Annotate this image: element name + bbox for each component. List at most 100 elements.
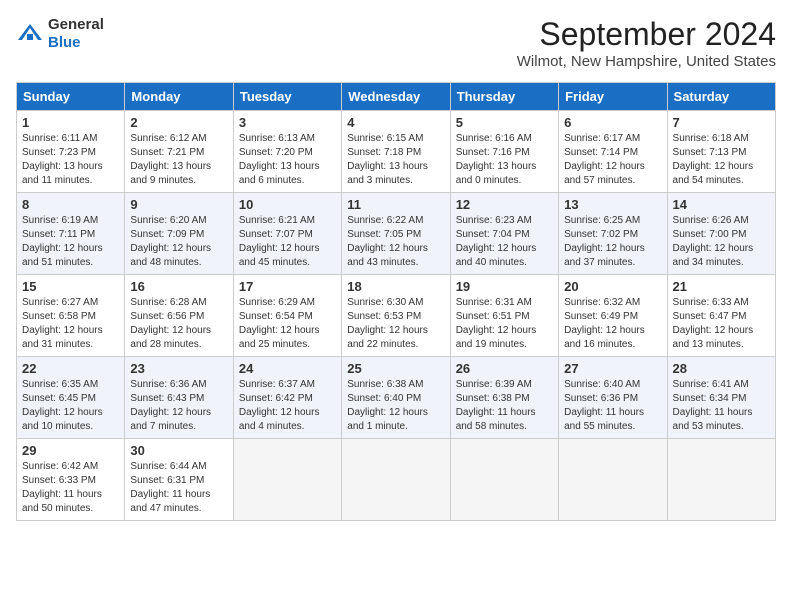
title-block: September 2024 Wilmot, New Hampshire, Un…	[517, 16, 776, 70]
cell-content: Sunrise: 6:19 AM Sunset: 7:11 PM Dayligh…	[22, 214, 119, 270]
day-number: 8	[22, 197, 119, 212]
day-number: 5	[456, 115, 553, 130]
col-header-thursday: Thursday	[450, 83, 558, 111]
cell-content: Sunrise: 6:29 AM Sunset: 6:54 PM Dayligh…	[239, 296, 336, 352]
calendar-cell: 2 Sunrise: 6:12 AM Sunset: 7:21 PM Daylig…	[125, 111, 233, 193]
day-number: 9	[130, 197, 227, 212]
logo-blue: Blue	[48, 34, 81, 51]
cell-content: Sunrise: 6:41 AM Sunset: 6:34 PM Dayligh…	[673, 378, 770, 434]
cell-content: Sunrise: 6:30 AM Sunset: 6:53 PM Dayligh…	[347, 296, 444, 352]
calendar-cell: 18 Sunrise: 6:30 AM Sunset: 6:53 PM Dayli…	[342, 275, 450, 357]
calendar-cell: 5 Sunrise: 6:16 AM Sunset: 7:16 PM Daylig…	[450, 111, 558, 193]
calendar-cell: 28 Sunrise: 6:41 AM Sunset: 6:34 PM Dayli…	[667, 357, 775, 439]
day-number: 27	[564, 361, 661, 376]
logo: General Blue	[16, 16, 104, 52]
logo-icon	[16, 20, 44, 48]
cell-content: Sunrise: 6:38 AM Sunset: 6:40 PM Dayligh…	[347, 378, 444, 434]
day-number: 24	[239, 361, 336, 376]
col-header-wednesday: Wednesday	[342, 83, 450, 111]
logo-text: General Blue	[48, 16, 104, 52]
calendar-cell: 24 Sunrise: 6:37 AM Sunset: 6:42 PM Dayli…	[233, 357, 341, 439]
calendar-week-row: 1 Sunrise: 6:11 AM Sunset: 7:23 PM Daylig…	[17, 111, 776, 193]
col-header-friday: Friday	[559, 83, 667, 111]
calendar-cell: 21Sunrise: 6:33 AM Sunset: 6:47 PM Dayli…	[667, 275, 775, 357]
day-number: 20	[564, 279, 661, 294]
cell-content: Sunrise: 6:21 AM Sunset: 7:07 PM Dayligh…	[239, 214, 336, 270]
calendar-cell: 14 Sunrise: 6:26 AM Sunset: 7:00 PM Dayli…	[667, 193, 775, 275]
day-number: 3	[239, 115, 336, 130]
calendar-week-row: 15 Sunrise: 6:27 AM Sunset: 6:58 PM Dayli…	[17, 275, 776, 357]
day-number: 7	[673, 115, 770, 130]
calendar-cell: 16Sunrise: 6:28 AM Sunset: 6:56 PM Dayli…	[125, 275, 233, 357]
calendar-cell: 19 Sunrise: 6:31 AM Sunset: 6:51 PM Dayli…	[450, 275, 558, 357]
calendar-cell: 10 Sunrise: 6:21 AM Sunset: 7:07 PM Dayli…	[233, 193, 341, 275]
calendar-cell: 3 Sunrise: 6:13 AM Sunset: 7:20 PM Daylig…	[233, 111, 341, 193]
cell-content: Sunrise: 6:26 AM Sunset: 7:00 PM Dayligh…	[673, 214, 770, 270]
day-number: 30	[130, 443, 227, 458]
col-header-tuesday: Tuesday	[233, 83, 341, 111]
day-number: 4	[347, 115, 444, 130]
day-number: 13	[564, 197, 661, 212]
calendar-week-row: 29 Sunrise: 6:42 AM Sunset: 6:33 PM Dayli…	[17, 439, 776, 521]
day-number: 29	[22, 443, 119, 458]
day-number: 2	[130, 115, 227, 130]
calendar-cell	[342, 439, 450, 521]
cell-content: Sunrise: 6:27 AM Sunset: 6:58 PM Dayligh…	[22, 296, 119, 352]
cell-content: Sunrise: 6:36 AM Sunset: 6:43 PM Dayligh…	[130, 378, 227, 434]
col-header-saturday: Saturday	[667, 83, 775, 111]
calendar-table: SundayMondayTuesdayWednesdayThursdayFrid…	[16, 82, 776, 521]
calendar-cell	[667, 439, 775, 521]
cell-content: Sunrise: 6:25 AM Sunset: 7:02 PM Dayligh…	[564, 214, 661, 270]
day-number: 19	[456, 279, 553, 294]
cell-content: Sunrise: 6:18 AM Sunset: 7:13 PM Dayligh…	[673, 132, 770, 188]
calendar-week-row: 22 Sunrise: 6:35 AM Sunset: 6:45 PM Dayli…	[17, 357, 776, 439]
cell-content: Sunrise: 6:40 AM Sunset: 6:36 PM Dayligh…	[564, 378, 661, 434]
calendar-cell: 15 Sunrise: 6:27 AM Sunset: 6:58 PM Dayli…	[17, 275, 125, 357]
calendar-header-row: SundayMondayTuesdayWednesdayThursdayFrid…	[17, 83, 776, 111]
day-number: 28	[673, 361, 770, 376]
day-number: 1	[22, 115, 119, 130]
cell-content: Sunrise: 6:11 AM Sunset: 7:23 PM Dayligh…	[22, 132, 119, 188]
cell-content: Sunrise: 6:12 AM Sunset: 7:21 PM Dayligh…	[130, 132, 227, 188]
cell-content: Sunrise: 6:22 AM Sunset: 7:05 PM Dayligh…	[347, 214, 444, 270]
page-header: General Blue September 2024 Wilmot, New …	[16, 16, 776, 70]
calendar-cell: 27 Sunrise: 6:40 AM Sunset: 6:36 PM Dayli…	[559, 357, 667, 439]
day-number: 22	[22, 361, 119, 376]
col-header-monday: Monday	[125, 83, 233, 111]
cell-content: Sunrise: 6:35 AM Sunset: 6:45 PM Dayligh…	[22, 378, 119, 434]
calendar-cell: 8 Sunrise: 6:19 AM Sunset: 7:11 PM Daylig…	[17, 193, 125, 275]
cell-content: Sunrise: 6:39 AM Sunset: 6:38 PM Dayligh…	[456, 378, 553, 434]
cell-content: Sunrise: 6:37 AM Sunset: 6:42 PM Dayligh…	[239, 378, 336, 434]
day-number: 16	[130, 279, 227, 294]
cell-content: Sunrise: 6:44 AM Sunset: 6:31 PM Dayligh…	[130, 460, 227, 516]
calendar-week-row: 8 Sunrise: 6:19 AM Sunset: 7:11 PM Daylig…	[17, 193, 776, 275]
day-number: 23	[130, 361, 227, 376]
calendar-cell: 30 Sunrise: 6:44 AM Sunset: 6:31 PM Dayli…	[125, 439, 233, 521]
cell-content: Sunrise: 6:13 AM Sunset: 7:20 PM Dayligh…	[239, 132, 336, 188]
cell-content: Sunrise: 6:32 AM Sunset: 6:49 PM Dayligh…	[564, 296, 661, 352]
calendar-cell: 17 Sunrise: 6:29 AM Sunset: 6:54 PM Dayli…	[233, 275, 341, 357]
col-header-sunday: Sunday	[17, 83, 125, 111]
calendar-cell: 23 Sunrise: 6:36 AM Sunset: 6:43 PM Dayli…	[125, 357, 233, 439]
cell-content: Sunrise: 6:23 AM Sunset: 7:04 PM Dayligh…	[456, 214, 553, 270]
calendar-cell: 20 Sunrise: 6:32 AM Sunset: 6:49 PM Dayli…	[559, 275, 667, 357]
logo-general: General	[48, 16, 104, 33]
cell-content: Sunrise: 6:17 AM Sunset: 7:14 PM Dayligh…	[564, 132, 661, 188]
cell-content: Sunrise: 6:31 AM Sunset: 6:51 PM Dayligh…	[456, 296, 553, 352]
calendar-cell: 11 Sunrise: 6:22 AM Sunset: 7:05 PM Dayli…	[342, 193, 450, 275]
cell-content: Sunrise: 6:42 AM Sunset: 6:33 PM Dayligh…	[22, 460, 119, 516]
location-subtitle: Wilmot, New Hampshire, United States	[517, 53, 776, 70]
cell-content: Sunrise: 6:33 AM Sunset: 6:47 PM Dayligh…	[673, 296, 770, 352]
day-number: 18	[347, 279, 444, 294]
day-number: 12	[456, 197, 553, 212]
day-number: 15	[22, 279, 119, 294]
day-number: 10	[239, 197, 336, 212]
calendar-cell: 13 Sunrise: 6:25 AM Sunset: 7:02 PM Dayli…	[559, 193, 667, 275]
day-number: 11	[347, 197, 444, 212]
calendar-cell: 29 Sunrise: 6:42 AM Sunset: 6:33 PM Dayli…	[17, 439, 125, 521]
cell-content: Sunrise: 6:16 AM Sunset: 7:16 PM Dayligh…	[456, 132, 553, 188]
day-number: 17	[239, 279, 336, 294]
day-number: 14	[673, 197, 770, 212]
calendar-cell: 1 Sunrise: 6:11 AM Sunset: 7:23 PM Daylig…	[17, 111, 125, 193]
calendar-cell	[233, 439, 341, 521]
